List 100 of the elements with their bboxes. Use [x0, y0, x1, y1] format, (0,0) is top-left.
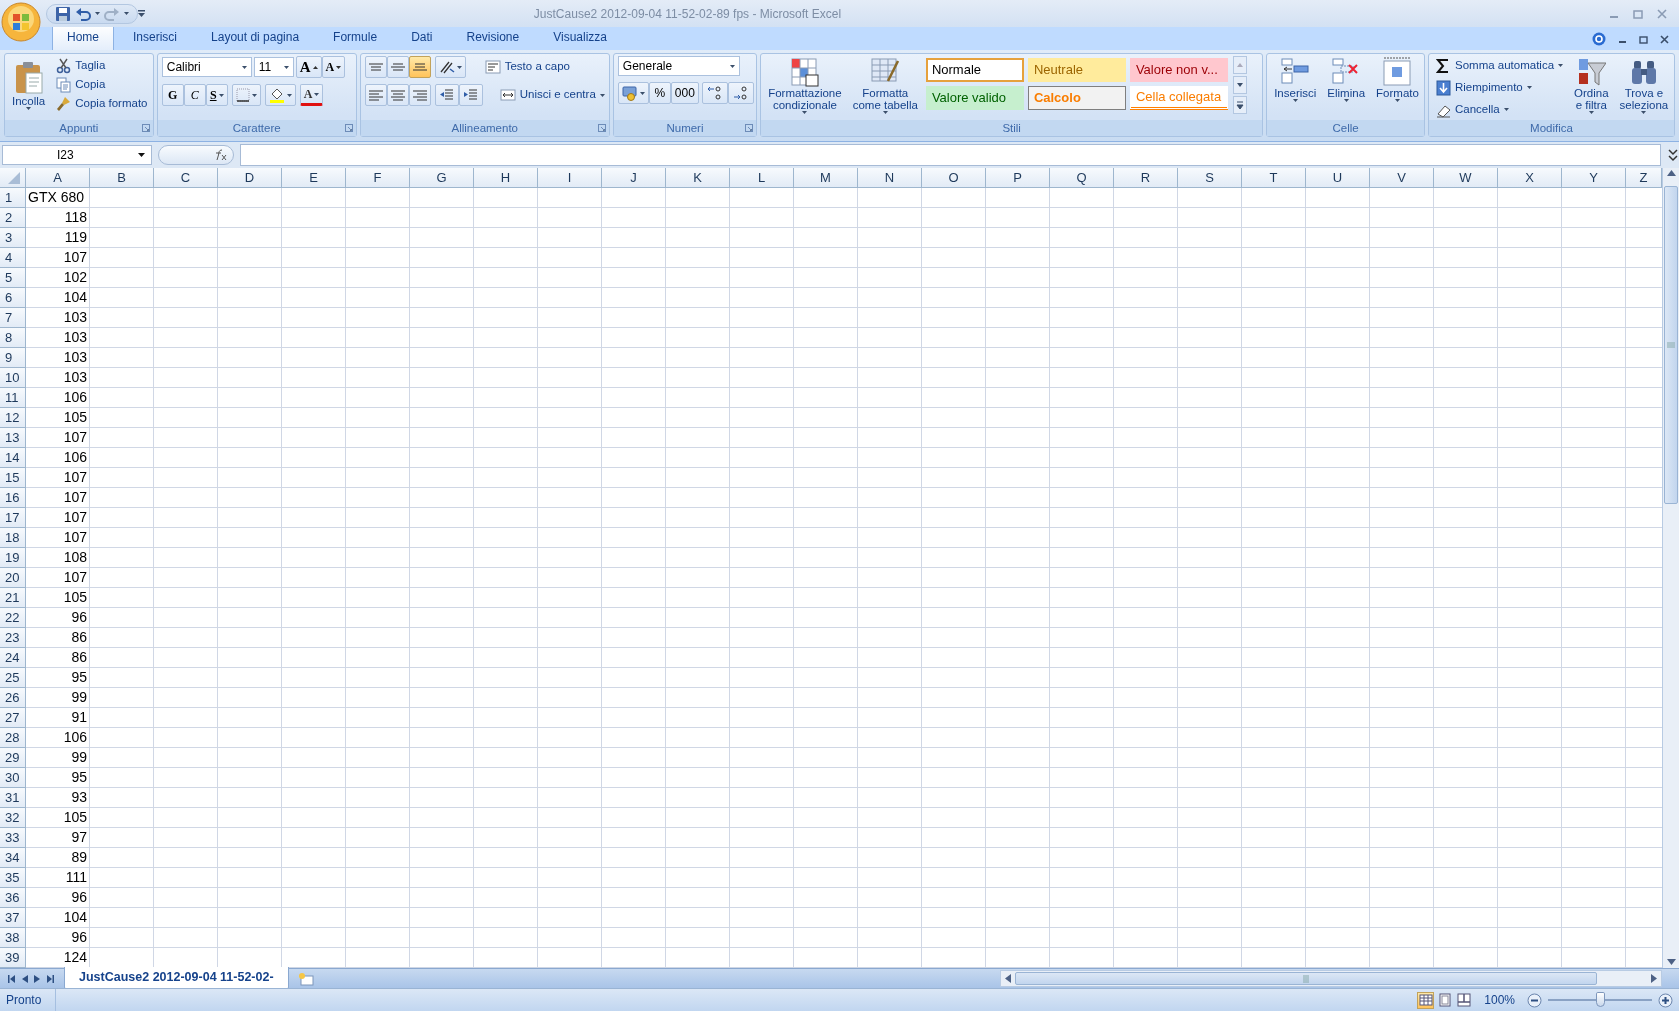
formula-input-field[interactable]: [240, 144, 1661, 166]
row-header[interactable]: 21: [0, 588, 26, 608]
column-header[interactable]: V: [1370, 168, 1434, 188]
column-header[interactable]: O: [922, 168, 986, 188]
row-header[interactable]: 9: [0, 348, 26, 368]
ribbon-tab[interactable]: Dati: [396, 24, 448, 50]
column-header[interactable]: Q: [1050, 168, 1114, 188]
column-header[interactable]: S: [1178, 168, 1242, 188]
row-header[interactable]: 12: [0, 408, 26, 428]
row-header[interactable]: 11: [0, 388, 26, 408]
cell-style[interactable]: Neutrale: [1027, 58, 1126, 82]
row-header[interactable]: 37: [0, 908, 26, 928]
insert-function-button[interactable]: [158, 145, 234, 165]
column-header[interactable]: D: [218, 168, 282, 188]
column-header[interactable]: N: [858, 168, 922, 188]
orientation-button[interactable]: [434, 56, 466, 78]
row-header[interactable]: 23: [0, 628, 26, 648]
percent-button[interactable]: %: [648, 82, 671, 104]
previous-sheet-icon[interactable]: [22, 974, 28, 983]
column-header[interactable]: W: [1434, 168, 1498, 188]
number-format-field[interactable]: Generale: [617, 56, 740, 76]
zoom-slider-thumb[interactable]: [1596, 992, 1605, 1007]
ribbon-tab[interactable]: Inserisci: [118, 24, 193, 50]
restore-icon[interactable]: [1633, 8, 1643, 19]
align-left-button[interactable]: [364, 84, 387, 106]
restore-icon[interactable]: [1639, 34, 1648, 44]
column-header[interactable]: P: [986, 168, 1050, 188]
grow-font-button[interactable]: A: [295, 56, 322, 78]
ribbon-tab[interactable]: Layout di pagina: [196, 24, 315, 50]
zoom-level[interactable]: 100%: [1478, 991, 1521, 1009]
align-middle-button[interactable]: [386, 56, 409, 78]
redo-icon[interactable]: [104, 5, 120, 22]
row-header[interactable]: 14: [0, 448, 26, 468]
cut-button[interactable]: Taglia: [53, 56, 151, 75]
row-header[interactable]: 26: [0, 688, 26, 708]
cell-style[interactable]: Valore non v...: [1129, 58, 1228, 82]
font-color-button[interactable]: A: [299, 84, 324, 106]
column-header[interactable]: Z: [1626, 168, 1662, 188]
bold-button[interactable]: G: [161, 84, 184, 106]
conditional-format-button[interactable]: Formattazione condizionale: [765, 56, 845, 115]
fill-color-button[interactable]: [264, 84, 296, 106]
horizontal-scrollbar[interactable]: [1000, 970, 1662, 987]
insert-cells-button[interactable]: Inserisci: [1271, 56, 1320, 103]
row-header[interactable]: 22: [0, 608, 26, 628]
new-sheet-icon[interactable]: [296, 971, 315, 986]
shrink-font-button[interactable]: A: [321, 56, 346, 78]
dialog-launcher-icon[interactable]: [344, 124, 353, 132]
row-header[interactable]: 19: [0, 548, 26, 568]
zoom-in-icon[interactable]: [1658, 992, 1673, 1008]
align-top-button[interactable]: [364, 56, 387, 78]
name-box[interactable]: I23: [2, 145, 152, 165]
align-center-button[interactable]: [386, 84, 409, 106]
vertical-scrollbar[interactable]: [1662, 168, 1679, 968]
sort-filter-button[interactable]: Ordina e filtra: [1571, 56, 1612, 115]
row-header[interactable]: 15: [0, 468, 26, 488]
column-header[interactable]: X: [1498, 168, 1562, 188]
row-header[interactable]: 39: [0, 948, 26, 968]
row-header[interactable]: 17: [0, 508, 26, 528]
row-header[interactable]: 29: [0, 748, 26, 768]
row-header[interactable]: 20: [0, 568, 26, 588]
wrap-text-button[interactable]: Testo a capo: [481, 57, 573, 77]
format-as-table-button[interactable]: Formatta come tabella: [849, 56, 921, 115]
sheet-tab[interactable]: JustCause2 2012-09-04 11-52-02-: [64, 967, 289, 990]
column-header[interactable]: T: [1242, 168, 1306, 188]
row-header[interactable]: 25: [0, 668, 26, 688]
currency-button[interactable]: [617, 82, 649, 104]
next-sheet-icon[interactable]: [34, 974, 40, 983]
scroll-up-icon[interactable]: [1666, 170, 1676, 176]
increase-decimal-button[interactable]: [701, 82, 728, 104]
save-icon[interactable]: [55, 5, 71, 22]
row-header[interactable]: 31: [0, 788, 26, 808]
customize-toolbar-icon[interactable]: [138, 9, 146, 18]
fill-button[interactable]: Riempimento: [1433, 78, 1567, 97]
row-header[interactable]: 35: [0, 868, 26, 888]
row-header[interactable]: 36: [0, 888, 26, 908]
borders-button[interactable]: [231, 84, 261, 106]
column-header[interactable]: C: [154, 168, 218, 188]
find-select-button[interactable]: Trova e seleziona: [1616, 56, 1672, 115]
delete-cells-button[interactable]: Elimina: [1324, 56, 1369, 103]
ribbon-tab[interactable]: Revisione: [451, 24, 535, 50]
row-header[interactable]: 4: [0, 248, 26, 268]
row-header[interactable]: 3: [0, 228, 26, 248]
row-header[interactable]: 27: [0, 708, 26, 728]
ribbon-tab[interactable]: Formule: [318, 24, 393, 50]
font-name-field[interactable]: Calibri: [161, 57, 252, 77]
row-header[interactable]: 24: [0, 648, 26, 668]
cell-style[interactable]: Normale: [925, 58, 1024, 82]
font-size-field[interactable]: 11: [253, 57, 294, 77]
decrease-indent-button[interactable]: [434, 84, 459, 106]
thousands-button[interactable]: 000: [670, 82, 699, 104]
copy-button[interactable]: Copia: [53, 75, 151, 94]
row-header[interactable]: 34: [0, 848, 26, 868]
format-painter-button[interactable]: Copia formato: [53, 94, 151, 113]
format-cells-button[interactable]: Formato: [1373, 56, 1422, 103]
column-header[interactable]: K: [666, 168, 730, 188]
align-right-button[interactable]: [408, 84, 431, 106]
scroll-left-icon[interactable]: [1005, 974, 1011, 983]
column-header[interactable]: A: [26, 168, 90, 188]
column-header[interactable]: Y: [1562, 168, 1626, 188]
expand-formula-icon[interactable]: [1667, 148, 1679, 162]
